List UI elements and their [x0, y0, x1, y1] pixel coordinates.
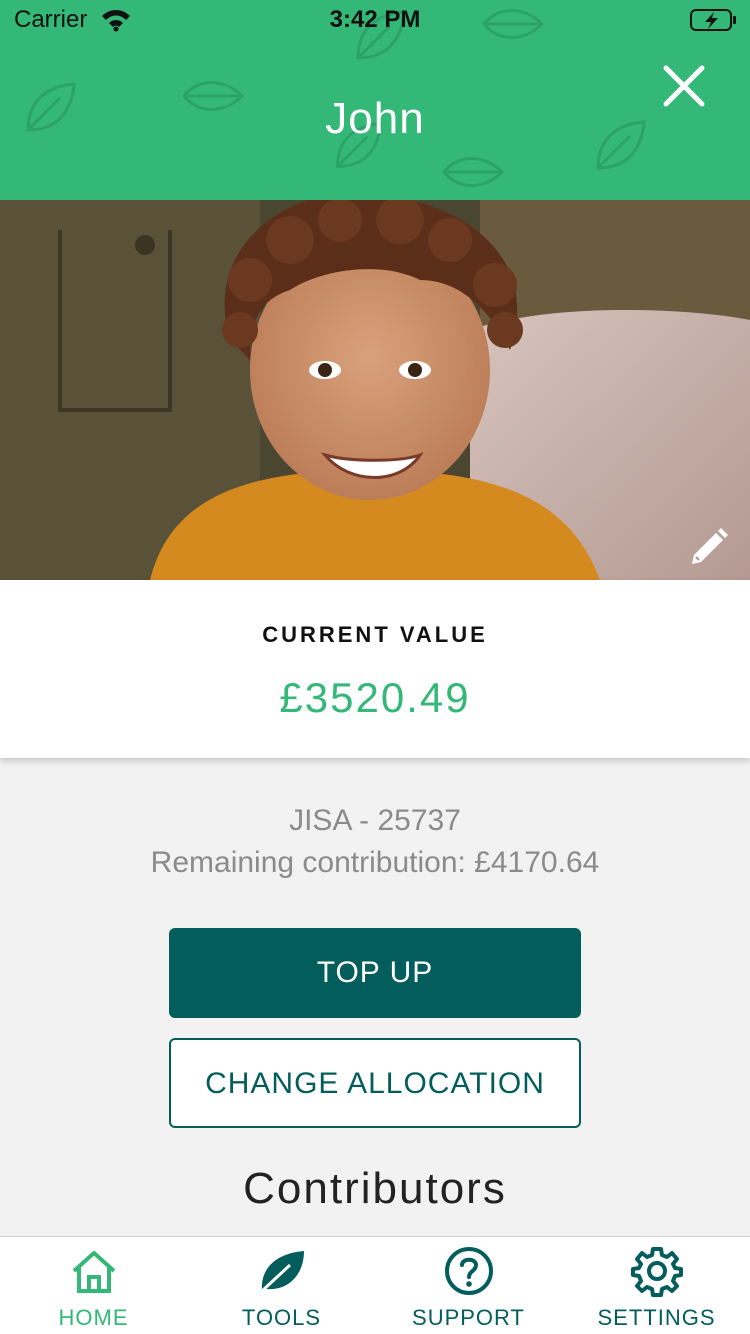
tab-settings[interactable]: SETTINGS: [563, 1237, 750, 1334]
tab-support-label: SUPPORT: [412, 1305, 525, 1330]
status-time: 3:42 PM: [329, 6, 421, 33]
tab-home-label: HOME: [58, 1305, 129, 1330]
leaf-icon: [260, 1251, 304, 1293]
question-icon: [444, 1247, 493, 1295]
battery-icon: [690, 9, 736, 31]
tab-tools[interactable]: TOOLS: [188, 1237, 375, 1334]
tab-support[interactable]: SUPPORT: [375, 1237, 562, 1334]
page-title: John: [325, 94, 425, 143]
child-portrait-image: [0, 200, 750, 580]
tab-bar: HOME TOOLS SUPPORT SETTINGS: [0, 1236, 750, 1334]
header-bar: Carrier 3:42 PM John: [0, 0, 750, 200]
current-value-amount: £3520.49: [279, 674, 471, 721]
top-up-button[interactable]: TOP UP: [169, 928, 581, 1018]
gear-icon: [630, 1247, 683, 1297]
change-allocation-button[interactable]: CHANGE ALLOCATION: [169, 1038, 581, 1128]
status-bar: Carrier 3:42 PM: [0, 0, 750, 40]
tab-home[interactable]: HOME: [0, 1237, 187, 1334]
edit-pencil-icon[interactable]: [684, 524, 732, 572]
close-icon[interactable]: [660, 62, 708, 110]
tab-settings-label: SETTINGS: [597, 1305, 716, 1330]
account-id: JISA - 25737: [289, 804, 461, 837]
contributors-heading: Contributors: [243, 1164, 507, 1213]
remaining-contribution: Remaining contribution: £4170.64: [150, 846, 600, 879]
tab-tools-label: TOOLS: [241, 1305, 322, 1330]
child-photo: [0, 200, 750, 580]
current-value-card: CURRENT VALUE £3520.49: [0, 580, 750, 758]
leaf-pattern-icon: [442, 157, 505, 187]
current-value-label: CURRENT VALUE: [262, 622, 488, 647]
home-icon: [72, 1251, 115, 1293]
